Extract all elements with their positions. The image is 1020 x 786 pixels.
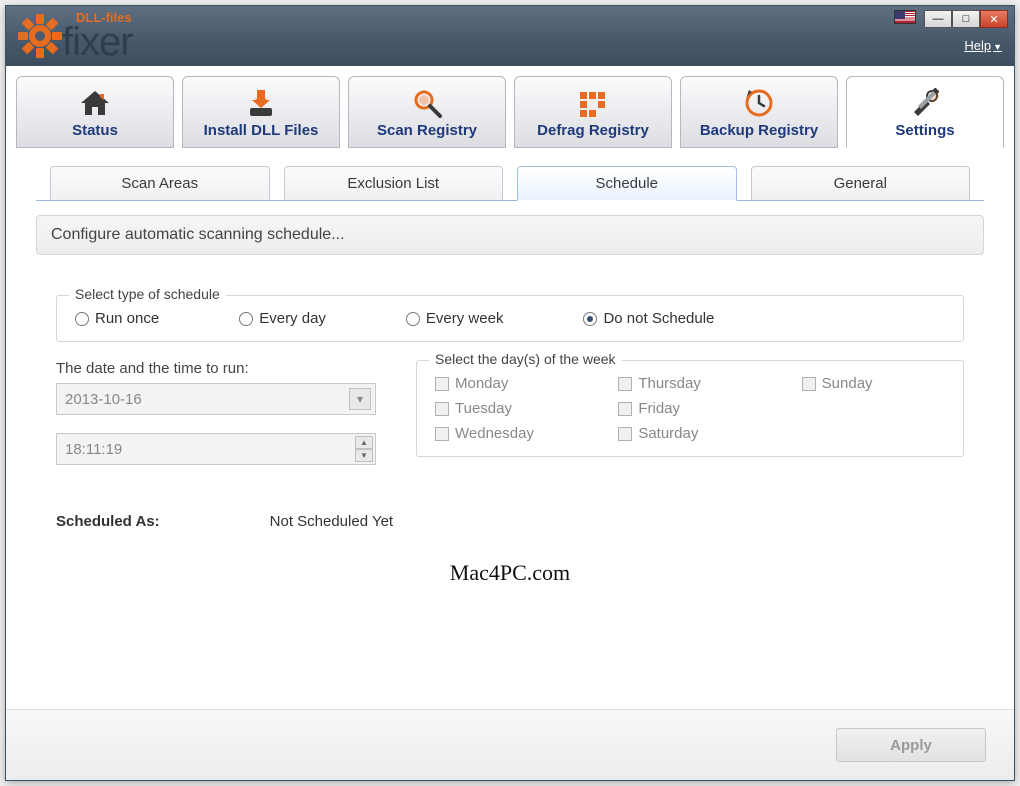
watermark-text: Mac4PC.com (36, 560, 984, 586)
logo-fixer-label: fixer (62, 24, 133, 60)
minimize-button[interactable]: — (924, 10, 952, 28)
tab-label: Status (72, 122, 118, 139)
scheduled-as-value: Not Scheduled Yet (270, 513, 393, 530)
spinner-icon[interactable]: ▲▼ (355, 436, 373, 462)
radio-icon (406, 312, 420, 326)
tools-icon (908, 86, 942, 120)
tab-backup-registry[interactable]: Backup Registry (680, 76, 838, 148)
radio-icon (75, 312, 89, 326)
tab-label: Install DLL Files (204, 122, 319, 139)
checkbox-saturday[interactable]: Saturday (618, 425, 761, 442)
checkbox-sunday[interactable]: Sunday (802, 375, 945, 392)
download-icon (244, 86, 278, 120)
radio-do-not-schedule[interactable]: Do not Schedule (583, 310, 714, 327)
tab-defrag-registry[interactable]: Defrag Registry (514, 76, 672, 148)
titlebar: DLL-files fixer — □ ✕ Help▼ (6, 6, 1014, 66)
schedule-type-fieldset: Select type of schedule Run once Every d… (56, 295, 964, 342)
checkbox-icon (435, 402, 449, 416)
time-field[interactable]: 18:11:19 ▲▼ (56, 433, 376, 465)
radio-every-week[interactable]: Every week (406, 310, 504, 327)
defrag-icon (576, 86, 610, 120)
tab-install-dll[interactable]: Install DLL Files (182, 76, 340, 148)
clock-icon (742, 86, 776, 120)
radio-icon (583, 312, 597, 326)
tab-label: Settings (895, 122, 954, 139)
checkbox-tuesday[interactable]: Tuesday (435, 400, 578, 417)
maximize-button[interactable]: □ (952, 10, 980, 28)
subtab-exclusion-list[interactable]: Exclusion List (284, 166, 504, 200)
tab-scan-registry[interactable]: Scan Registry (348, 76, 506, 148)
tab-label: Scan Registry (377, 122, 477, 139)
logo: DLL-files fixer (18, 12, 133, 60)
checkbox-icon (618, 377, 632, 391)
tab-label: Backup Registry (700, 122, 818, 139)
close-button[interactable]: ✕ (980, 10, 1008, 28)
apply-button[interactable]: Apply (836, 728, 986, 762)
tab-status[interactable]: Status (16, 76, 174, 148)
checkbox-icon (435, 427, 449, 441)
days-legend: Select the day(s) of the week (429, 351, 622, 367)
schedule-type-legend: Select type of schedule (69, 286, 226, 302)
search-icon (410, 86, 444, 120)
main-tabs: Status Install DLL Files Scan Registry D… (6, 66, 1014, 148)
checkbox-icon (618, 427, 632, 441)
radio-icon (239, 312, 253, 326)
checkbox-monday[interactable]: Monday (435, 375, 578, 392)
calendar-dropdown-icon[interactable]: ▾ (349, 388, 371, 410)
help-link[interactable]: Help▼ (964, 38, 1002, 53)
radio-run-once[interactable]: Run once (75, 310, 159, 327)
content-area: Scan Areas Exclusion List Schedule Gener… (6, 148, 1014, 709)
section-title: Configure automatic scanning schedule... (36, 215, 984, 255)
checkbox-icon (435, 377, 449, 391)
date-field[interactable]: 2013-10-16 ▾ (56, 383, 376, 415)
radio-every-day[interactable]: Every day (239, 310, 326, 327)
subtab-schedule[interactable]: Schedule (517, 166, 737, 201)
footer: Apply (6, 709, 1014, 780)
app-window: DLL-files fixer — □ ✕ Help▼ Status (5, 5, 1015, 781)
checkbox-icon (802, 377, 816, 391)
subtab-general[interactable]: General (751, 166, 971, 200)
flag-us-icon[interactable] (894, 10, 916, 24)
sub-tabs: Scan Areas Exclusion List Schedule Gener… (36, 166, 984, 201)
checkbox-icon (618, 402, 632, 416)
checkbox-friday[interactable]: Friday (618, 400, 761, 417)
datetime-column: The date and the time to run: 2013-10-16… (56, 360, 376, 483)
days-fieldset: Select the day(s) of the week Monday Thu… (416, 360, 964, 457)
home-icon (78, 86, 112, 120)
scheduled-as-row: Scheduled As: Not Scheduled Yet (56, 513, 964, 530)
checkbox-thursday[interactable]: Thursday (618, 375, 761, 392)
scheduled-as-label: Scheduled As: (56, 513, 160, 530)
checkbox-wednesday[interactable]: Wednesday (435, 425, 578, 442)
chevron-down-icon: ▼ (993, 42, 1002, 52)
tab-label: Defrag Registry (537, 122, 649, 139)
datetime-label: The date and the time to run: (56, 360, 376, 377)
tab-settings[interactable]: Settings (846, 76, 1004, 148)
gear-icon (18, 14, 62, 58)
window-controls: — □ ✕ Help▼ (894, 6, 1014, 53)
subtab-scan-areas[interactable]: Scan Areas (50, 166, 270, 200)
